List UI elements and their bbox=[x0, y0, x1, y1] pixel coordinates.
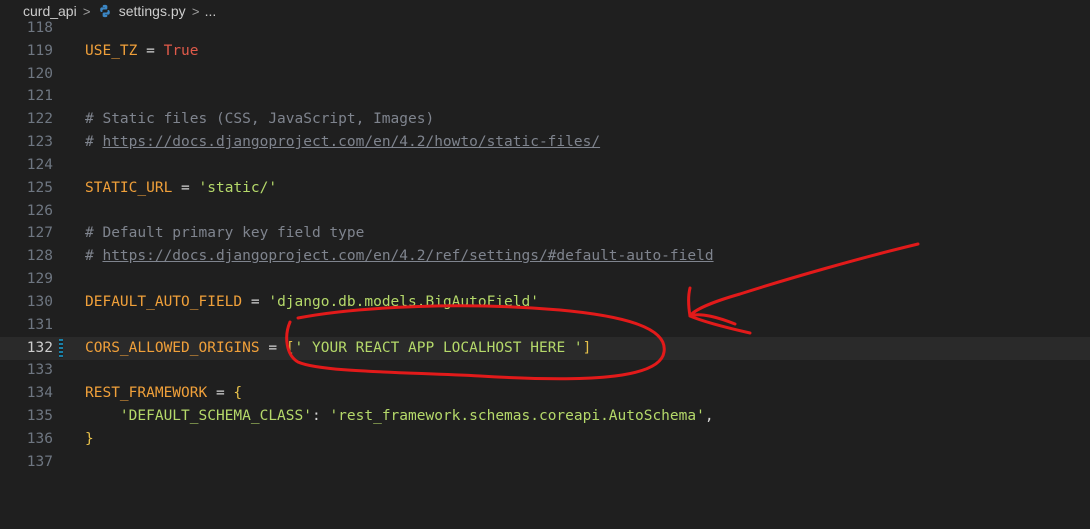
code-token: ' YOUR REACT APP LOCALHOST HERE ' bbox=[294, 339, 583, 356]
line-number: 119 bbox=[26, 42, 53, 59]
code-line[interactable]: 129 bbox=[0, 268, 1090, 291]
line-number: 122 bbox=[26, 111, 53, 128]
code-token: 'static/' bbox=[198, 179, 278, 196]
code-line[interactable]: 132 CORS_ALLOWED_ORIGINS = [' YOUR REACT … bbox=[0, 336, 1090, 360]
code-token: 'django.db.models.BigAutoField' bbox=[268, 293, 539, 310]
line-number: 131 bbox=[26, 316, 53, 333]
code-text: # Default primary key field type bbox=[85, 222, 364, 245]
code-line[interactable]: 122 # Static files (CSS, JavaScript, Imag… bbox=[0, 108, 1090, 131]
line-number: 121 bbox=[26, 88, 53, 105]
code-text: REST_FRAMEWORK = { bbox=[85, 382, 242, 405]
code-line[interactable]: 131 bbox=[0, 314, 1090, 337]
line-number: 129 bbox=[26, 271, 53, 288]
python-file-icon bbox=[99, 4, 110, 18]
line-number: 137 bbox=[26, 453, 53, 470]
code-line[interactable]: 126 bbox=[0, 200, 1090, 223]
code-token: = bbox=[137, 42, 164, 59]
code-token: [ bbox=[285, 339, 295, 356]
code-token: CORS_ALLOWED_ORIGINS bbox=[85, 339, 260, 356]
code-line[interactable]: 130 DEFAULT_AUTO_FIELD = 'django.db.model… bbox=[0, 291, 1090, 314]
code-token: USE_TZ bbox=[85, 42, 138, 59]
code-line[interactable]: 125 STATIC_URL = 'static/' bbox=[0, 177, 1090, 200]
code-token: # bbox=[85, 134, 103, 151]
code-token: } bbox=[85, 430, 94, 447]
code-line[interactable]: 123 # https://docs.djangoproject.com/en/4… bbox=[0, 131, 1090, 154]
modified-line-indicator[interactable] bbox=[59, 338, 63, 358]
code-link[interactable]: https://docs.djangoproject.com/en/4.2/re… bbox=[102, 248, 713, 264]
code-text: CORS_ALLOWED_ORIGINS = [' YOUR REACT APP… bbox=[85, 337, 591, 360]
code-token: = bbox=[207, 385, 234, 402]
code-line[interactable]: 120 bbox=[0, 63, 1090, 86]
code-line[interactable]: 128 # https://docs.djangoproject.com/en/4… bbox=[0, 245, 1090, 268]
code-text: # Static files (CSS, JavaScript, Images) bbox=[85, 108, 434, 131]
code-token: 'DEFAULT_SCHEMA_CLASS' bbox=[119, 408, 312, 425]
code-token: , bbox=[704, 408, 714, 425]
line-number: 124 bbox=[26, 156, 53, 173]
code-text: STATIC_URL = 'static/' bbox=[85, 177, 277, 200]
code-text: } bbox=[85, 428, 94, 451]
code-line[interactable]: 133 bbox=[0, 359, 1090, 382]
line-number: 133 bbox=[26, 362, 53, 379]
code-line[interactable]: 137 bbox=[0, 451, 1090, 474]
line-number: 126 bbox=[26, 202, 53, 219]
code-line[interactable]: 121 bbox=[0, 85, 1090, 108]
code-line[interactable]: 136} bbox=[0, 428, 1090, 451]
code-line[interactable]: 118 bbox=[0, 17, 1090, 40]
code-token: ] bbox=[582, 339, 592, 356]
line-number: 128 bbox=[26, 248, 53, 265]
code-token: DEFAULT_AUTO_FIELD bbox=[85, 293, 243, 310]
code-line[interactable]: 134 REST_FRAMEWORK = { bbox=[0, 382, 1090, 405]
code-line[interactable]: 127 # Default primary key field type bbox=[0, 222, 1090, 245]
code-text: # https://docs.djangoproject.com/en/4.2/… bbox=[85, 245, 714, 268]
line-number: 123 bbox=[26, 134, 53, 151]
code-token: # bbox=[85, 248, 103, 265]
code-line[interactable]: 119 USE_TZ = True bbox=[0, 40, 1090, 63]
code-token: # Default primary key field type bbox=[85, 225, 365, 242]
code-token: : bbox=[311, 408, 330, 425]
code-link[interactable]: https://docs.djangoproject.com/en/4.2/ho… bbox=[102, 134, 600, 150]
line-number: 130 bbox=[26, 293, 53, 310]
line-number: 134 bbox=[26, 385, 53, 402]
code-token: STATIC_URL bbox=[85, 179, 173, 196]
code-line[interactable]: 135 'DEFAULT_SCHEMA_CLASS': 'rest_framew… bbox=[0, 405, 1090, 428]
code-text: 'DEFAULT_SCHEMA_CLASS': 'rest_framework.… bbox=[85, 405, 714, 428]
code-token: True bbox=[163, 42, 199, 59]
code-token: REST_FRAMEWORK bbox=[85, 385, 208, 402]
code-editor[interactable]: curd_api > settings.py > ... 118 119 USE_T… bbox=[0, 0, 1090, 529]
code-token: = bbox=[259, 339, 286, 356]
code-token: { bbox=[233, 385, 243, 402]
line-number: 132 bbox=[26, 339, 53, 356]
code-token: # Static files (CSS, JavaScript, Images) bbox=[85, 111, 435, 128]
code-token: = bbox=[242, 293, 269, 310]
line-number: 120 bbox=[26, 65, 53, 82]
line-number: 127 bbox=[26, 225, 53, 242]
code-text: # https://docs.djangoproject.com/en/4.2/… bbox=[85, 131, 600, 154]
line-number: 136 bbox=[26, 430, 53, 447]
code-token: 'rest_framework.schemas.coreapi.AutoSche… bbox=[329, 408, 705, 425]
code-text: USE_TZ = True bbox=[85, 40, 199, 63]
line-number: 135 bbox=[26, 408, 53, 425]
code-text: DEFAULT_AUTO_FIELD = 'django.db.models.B… bbox=[85, 291, 539, 314]
line-number: 125 bbox=[26, 179, 53, 196]
code-token: = bbox=[172, 179, 199, 196]
code-line[interactable]: 124 bbox=[0, 154, 1090, 177]
line-number: 118 bbox=[26, 20, 53, 36]
